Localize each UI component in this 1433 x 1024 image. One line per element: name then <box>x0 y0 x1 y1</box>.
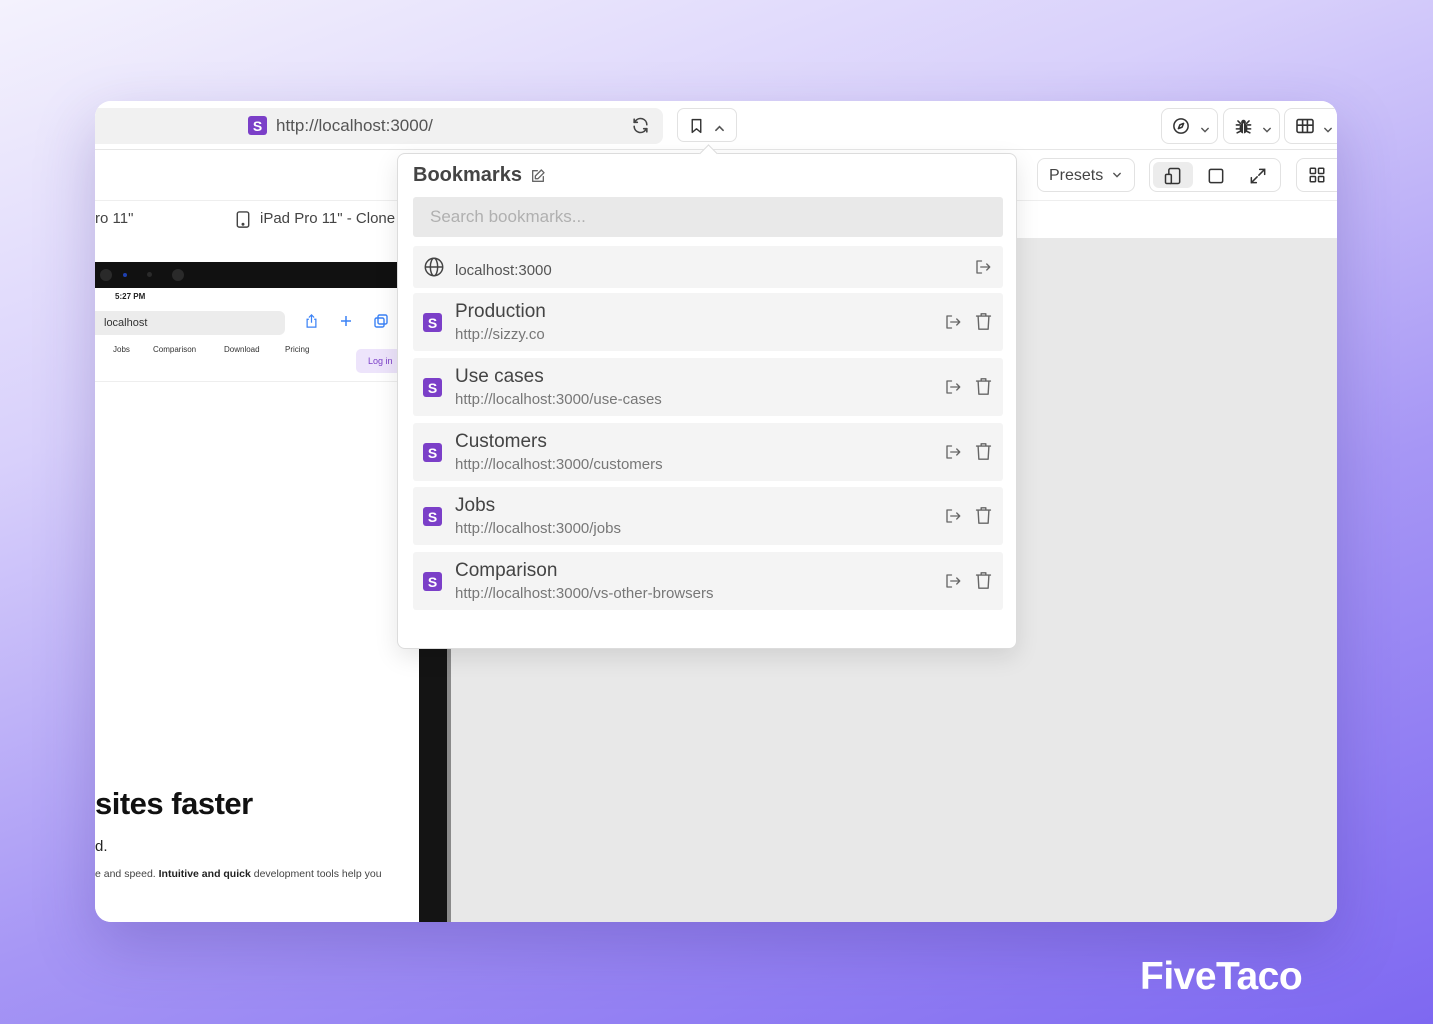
device-nav-link[interactable]: Jobs <box>113 345 130 354</box>
status-dot <box>100 269 112 281</box>
login-label: Log in <box>368 356 393 366</box>
trash-icon[interactable] <box>975 571 992 595</box>
device-label[interactable]: ro 11" <box>95 210 133 227</box>
device-nav-link[interactable]: Comparison <box>153 345 196 354</box>
bookmark-name: Use cases <box>455 366 544 387</box>
device-url-bar[interactable]: localhost <box>95 311 285 335</box>
layout-menu-button[interactable] <box>1284 108 1337 144</box>
plus-icon[interactable] <box>340 314 352 330</box>
navigator-menu-button[interactable] <box>1161 108 1218 144</box>
site-logo-icon: S <box>248 116 267 135</box>
device-subline: d. <box>95 838 108 855</box>
device-status-bar <box>95 262 405 288</box>
bookmarks-popover: Bookmarks localhost:3000 S Production ht… <box>397 144 1017 649</box>
devices-view-icon[interactable] <box>1163 166 1183 191</box>
presets-label: Presets <box>1049 167 1104 184</box>
bookmark-item[interactable]: S Production http://sizzy.co <box>413 293 1003 351</box>
device-headline: sites faster <box>95 786 253 821</box>
bookmark-icon <box>688 117 705 140</box>
bookmark-url: http://sizzy.co <box>455 326 545 343</box>
browser-window: S http://localhost:3000/ Presets ro 11" … <box>95 101 1337 922</box>
chevron-down-icon <box>1262 121 1272 139</box>
tablet-icon <box>235 210 251 233</box>
bookmark-item[interactable]: S Customers http://localhost:3000/custom… <box>413 423 1003 481</box>
bookmark-name: Comparison <box>455 560 558 581</box>
open-icon[interactable] <box>974 258 992 281</box>
bookmark-name: Customers <box>455 431 547 452</box>
share-icon[interactable] <box>305 314 318 331</box>
device-time: 5:27 PM <box>115 292 146 301</box>
trash-icon[interactable] <box>975 442 992 466</box>
current-host: localhost:3000 <box>455 262 552 279</box>
url-text[interactable]: http://localhost:3000/ <box>276 116 433 136</box>
status-dot <box>147 272 152 277</box>
bookmarks-title: Bookmarks <box>413 164 522 186</box>
tabs-icon[interactable] <box>374 314 388 331</box>
device-nav-link[interactable]: Pricing <box>285 345 309 354</box>
chevron-down-icon <box>1113 172 1121 178</box>
bookmarks-button[interactable] <box>677 108 737 142</box>
trash-icon[interactable] <box>975 312 992 336</box>
chevron-down-icon <box>1200 121 1210 139</box>
view-mode-group <box>1149 158 1281 192</box>
bug-icon <box>1234 117 1253 141</box>
debug-menu-button[interactable] <box>1223 108 1280 144</box>
trash-icon[interactable] <box>975 506 992 530</box>
desc-text: e and speed. <box>95 868 159 880</box>
chevron-up-icon <box>714 120 725 138</box>
table-icon <box>1295 118 1315 139</box>
chevron-down-icon <box>1323 121 1333 139</box>
bookmark-item[interactable]: S Jobs http://localhost:3000/jobs <box>413 487 1003 545</box>
device-clone-label: iPad Pro 11" - Clone <box>260 210 396 227</box>
presets-dropdown[interactable]: Presets <box>1037 158 1135 192</box>
site-logo-icon: S <box>423 378 442 397</box>
bookmark-url: http://localhost:3000/use-cases <box>455 391 662 408</box>
expand-icon[interactable] <box>1248 166 1268 191</box>
device-preview[interactable]: 5:27 PM localhost Jobs Comparison Downlo… <box>95 238 419 922</box>
desc-text: development tools help you <box>250 868 382 880</box>
brand-logo: FiveTaco <box>1140 955 1303 998</box>
open-icon[interactable] <box>944 378 962 401</box>
bookmark-item[interactable]: S Use cases http://localhost:3000/use-ca… <box>413 358 1003 416</box>
edit-icon[interactable] <box>530 168 546 189</box>
bookmark-url: http://localhost:3000/jobs <box>455 520 621 537</box>
open-icon[interactable] <box>944 507 962 530</box>
grid-layout-button[interactable] <box>1296 158 1337 192</box>
site-logo-icon: S <box>423 313 442 332</box>
globe-icon <box>423 256 445 283</box>
status-dot <box>123 273 127 277</box>
current-site-row[interactable]: localhost:3000 <box>413 246 1003 288</box>
bookmark-url: http://localhost:3000/vs-other-browsers <box>455 585 714 602</box>
site-logo-icon: S <box>423 443 442 462</box>
bookmark-name: Production <box>455 301 546 322</box>
desc-bold-text: Intuitive and quick <box>158 868 251 880</box>
status-dot <box>172 269 184 281</box>
open-icon[interactable] <box>944 572 962 595</box>
site-logo-icon: S <box>423 572 442 591</box>
device-nav-link[interactable]: Download <box>224 345 260 354</box>
single-view-icon[interactable] <box>1206 166 1226 191</box>
bookmark-url: http://localhost:3000/customers <box>455 456 663 473</box>
trash-icon[interactable] <box>975 377 992 401</box>
open-icon[interactable] <box>944 313 962 336</box>
site-logo-icon: S <box>423 507 442 526</box>
divider <box>95 381 405 382</box>
bookmark-item[interactable]: S Comparison http://localhost:3000/vs-ot… <box>413 552 1003 610</box>
compass-icon <box>1172 117 1190 140</box>
reload-icon[interactable] <box>631 116 650 140</box>
url-bar[interactable]: S http://localhost:3000/ <box>95 108 663 144</box>
device-description: e and speed. Intuitive and quick develop… <box>95 868 382 880</box>
grid-icon <box>1308 166 1326 189</box>
device-url-text: localhost <box>104 317 148 329</box>
bookmark-search-input[interactable] <box>413 197 1003 237</box>
top-bar: S http://localhost:3000/ <box>95 101 1337 150</box>
open-icon[interactable] <box>944 443 962 466</box>
bookmark-name: Jobs <box>455 495 496 516</box>
